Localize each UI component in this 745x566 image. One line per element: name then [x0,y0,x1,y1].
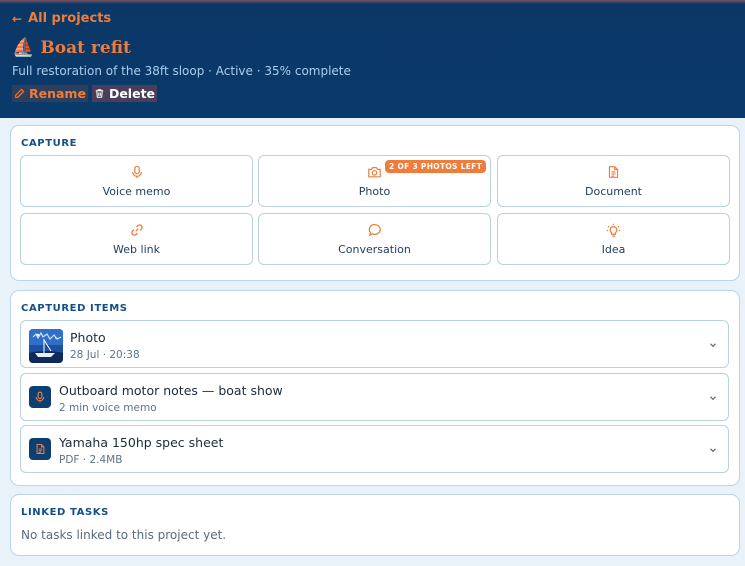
arrow-left-icon: ← [12,11,23,26]
capture-conversation-label: Conversation [338,243,411,256]
capture-web-link-button[interactable]: Web link [20,213,253,265]
microphone-icon [35,391,45,403]
captured-item-meta: 2 min voice memo [59,402,157,414]
capture-panel: CAPTURE Voice memo Photo 2 OF 3 PHOTOS L… [10,125,740,281]
captured-item-document[interactable]: Yamaha 150hp spec sheet PDF · 2.4MB [20,425,729,473]
linked-tasks-empty-text: No tasks linked to this project yet. [21,528,227,542]
document-item-icon [29,438,51,460]
capture-voice-memo-label: Voice memo [102,185,171,198]
speech-bubble-icon [368,224,381,237]
photo-thumbnail [29,329,63,363]
delete-button[interactable]: Delete [91,85,158,102]
captured-item-meta: PDF · 2.4MB [59,454,123,466]
sailboat-icon: ⛵ [12,37,35,58]
project-actions: Rename Delete [12,85,158,102]
capture-web-link-label: Web link [113,243,160,256]
link-icon [130,224,143,236]
captured-item-meta: 28 Jul · 20:38 [70,349,140,361]
lightbulb-icon [606,223,621,237]
rename-button-label: Rename [29,86,86,101]
pencil-icon [15,88,25,98]
captured-item-photo[interactable]: Photo 28 Jul · 20:38 [20,320,729,368]
voice-memo-item-icon [29,386,51,408]
chevron-down-icon [710,343,716,348]
captured-item-voice-memo[interactable]: Outboard motor notes — boat show 2 min v… [20,373,729,421]
captured-item-name: Outboard motor notes — boat show [59,383,283,398]
photo-limit-badge: 2 OF 3 PHOTOS LEFT [385,160,486,173]
back-link[interactable]: ← All projects [12,11,111,26]
captured-item-name: Yamaha 150hp spec sheet [59,435,224,450]
camera-icon [368,167,381,178]
back-link-label: All projects [28,11,112,26]
microphone-icon [131,165,142,179]
chevron-down-icon [710,396,716,401]
captured-items-panel: CAPTURED ITEMS Photo 28 Jul · 20:38 Outb… [10,290,740,486]
captured-items-heading: CAPTURED ITEMS [21,303,128,314]
capture-voice-memo-button[interactable]: Voice memo [20,155,253,207]
captured-item-name: Photo [70,330,106,345]
capture-idea-button[interactable]: Idea [497,213,730,265]
trash-icon [95,89,104,98]
delete-button-label: Delete [108,86,156,101]
document-icon [608,166,619,178]
capture-document-button[interactable]: Document [497,155,730,207]
capture-idea-label: Idea [601,243,626,256]
chevron-down-icon [710,448,716,453]
capture-document-label: Document [585,185,642,198]
capture-photo-button[interactable]: Photo 2 OF 3 PHOTOS LEFT [258,155,491,207]
linked-tasks-heading: LINKED TASKS [21,507,109,518]
title-row: ⛵ Boat refit [12,37,131,59]
document-icon [36,444,44,454]
linked-tasks-panel: LINKED TASKS No tasks linked to this pro… [10,494,740,556]
project-subtitle: Full restoration of the 38ft sloop · Act… [12,64,351,78]
capture-heading: CAPTURE [21,138,78,149]
capture-conversation-button[interactable]: Conversation [258,213,491,265]
page-title: Boat refit [40,38,131,58]
rename-button[interactable]: Rename [12,85,88,102]
project-header: ← All projects ⛵ Boat refit Full restora… [0,0,745,118]
capture-photo-label: Photo [358,185,391,198]
